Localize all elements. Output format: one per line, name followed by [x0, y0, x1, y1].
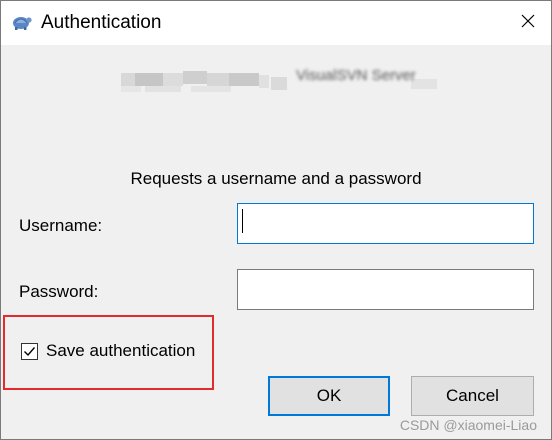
- tortoise-icon: [9, 11, 33, 33]
- window-title: Authentication: [41, 12, 162, 33]
- server-name: VisualSVN Server: [296, 67, 416, 84]
- password-input[interactable]: [237, 269, 534, 310]
- cancel-button[interactable]: Cancel: [411, 376, 534, 416]
- annotation-highlight-box: [3, 315, 214, 390]
- username-label: Username:: [19, 216, 103, 235]
- auth-prompt: Requests a username and a password: [130, 169, 422, 188]
- watermark: CSDN @xiaomei-Liao: [399, 417, 537, 433]
- authentication-dialog: Authentication VisualSVN Server Requests…: [0, 0, 552, 440]
- text-caret: [242, 209, 243, 233]
- username-input[interactable]: [237, 203, 534, 244]
- ok-button[interactable]: OK: [268, 376, 390, 416]
- close-button[interactable]: [505, 1, 551, 45]
- close-icon: [521, 14, 535, 33]
- password-label: Password:: [19, 282, 99, 301]
- title-bar: Authentication: [1, 1, 551, 45]
